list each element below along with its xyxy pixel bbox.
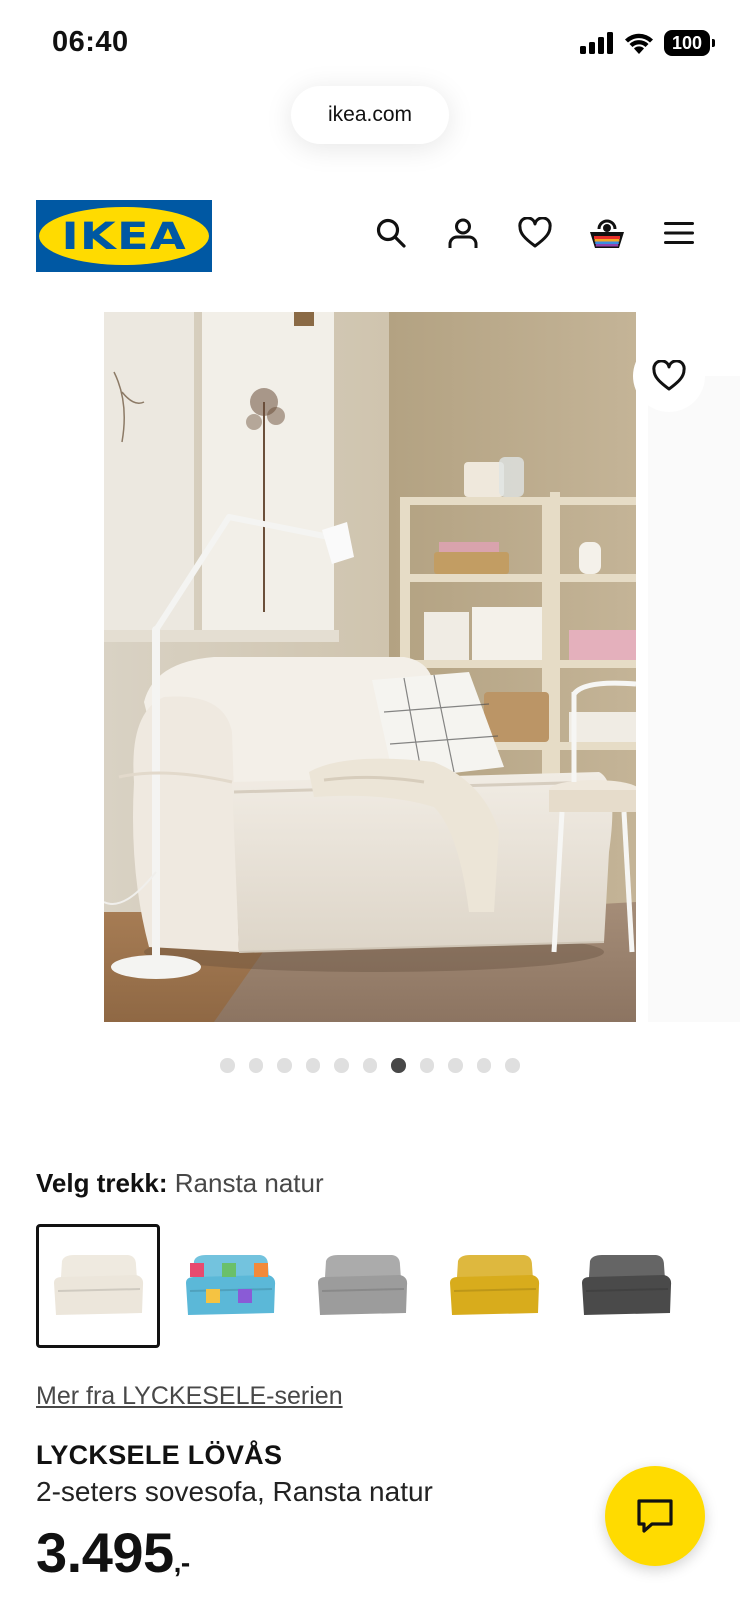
status-icons: 100	[580, 30, 715, 56]
cover-label-title: Velg trekk:	[36, 1168, 168, 1198]
cover-label-value: Ransta natur	[174, 1168, 324, 1198]
sofa-thumbnail	[582, 1255, 672, 1315]
shopping-bag-icon	[590, 219, 624, 248]
account-button[interactable]	[442, 212, 484, 254]
heart-icon	[518, 217, 552, 248]
next-image-peek[interactable]	[648, 376, 740, 1022]
image-carousel-dots	[0, 1058, 740, 1073]
wifi-icon	[625, 33, 653, 54]
hamburger-menu-icon	[664, 222, 694, 244]
product-price: 3.495,-	[36, 1520, 190, 1585]
cover-swatch[interactable]	[300, 1224, 424, 1348]
signal-icon	[580, 32, 613, 54]
carousel-dot[interactable]	[476, 1058, 492, 1073]
battery-indicator: 100	[664, 30, 715, 56]
carousel-dot[interactable]	[334, 1058, 349, 1073]
product-name: LYCKSELE LÖVÅS	[36, 1440, 283, 1470]
chat-button[interactable]	[605, 1466, 705, 1566]
carousel-dot[interactable]	[362, 1058, 378, 1073]
cover-selection-label: Velg trekk: Ransta natur	[36, 1168, 324, 1199]
sofa-thumbnail	[318, 1255, 408, 1315]
series-link[interactable]: Mer fra LYCKESELE-serien	[36, 1382, 343, 1411]
ikea-logo[interactable]: IKEA	[36, 200, 212, 272]
sofa-thumbnail	[54, 1255, 144, 1315]
chat-bubble-icon	[637, 1499, 673, 1533]
carousel-dot[interactable]	[248, 1058, 264, 1073]
cover-swatches	[36, 1224, 688, 1348]
cover-swatch[interactable]	[36, 1224, 160, 1348]
carousel-dot[interactable]	[305, 1058, 321, 1073]
save-to-favorites-button[interactable]	[633, 340, 705, 412]
carousel-dot[interactable]	[277, 1058, 292, 1073]
cover-swatch[interactable]	[168, 1224, 292, 1348]
logo-oval: IKEA	[39, 207, 209, 265]
heart-icon	[652, 360, 686, 391]
carousel-dot[interactable]	[391, 1058, 406, 1073]
menu-button[interactable]	[658, 212, 700, 254]
carousel-dot[interactable]	[220, 1058, 235, 1073]
product-image[interactable]	[104, 312, 636, 1022]
status-time: 06:40	[52, 26, 129, 58]
sofa-bed-photo	[104, 312, 636, 1022]
address-bar[interactable]: ikea.com	[291, 86, 449, 144]
search-icon	[376, 218, 406, 248]
sofa-thumbnail	[186, 1255, 276, 1315]
cart-button[interactable]	[586, 212, 628, 254]
carousel-dot[interactable]	[505, 1058, 520, 1073]
favorites-button[interactable]	[514, 212, 556, 254]
header-nav	[370, 212, 700, 254]
cover-swatch[interactable]	[432, 1224, 556, 1348]
price-suffix: ,-	[173, 1547, 191, 1578]
status-bar: 06:40 100	[0, 0, 740, 90]
price-amount: 3.495	[36, 1521, 174, 1584]
logo-text: IKEA	[61, 214, 187, 258]
user-icon	[448, 218, 478, 248]
cover-swatch[interactable]	[564, 1224, 688, 1348]
carousel-dot[interactable]	[419, 1058, 435, 1073]
sofa-thumbnail	[450, 1255, 540, 1315]
search-button[interactable]	[370, 212, 412, 254]
carousel-dot[interactable]	[448, 1058, 463, 1073]
product-description: 2-seters sovesofa, Ransta natur	[36, 1476, 433, 1507]
